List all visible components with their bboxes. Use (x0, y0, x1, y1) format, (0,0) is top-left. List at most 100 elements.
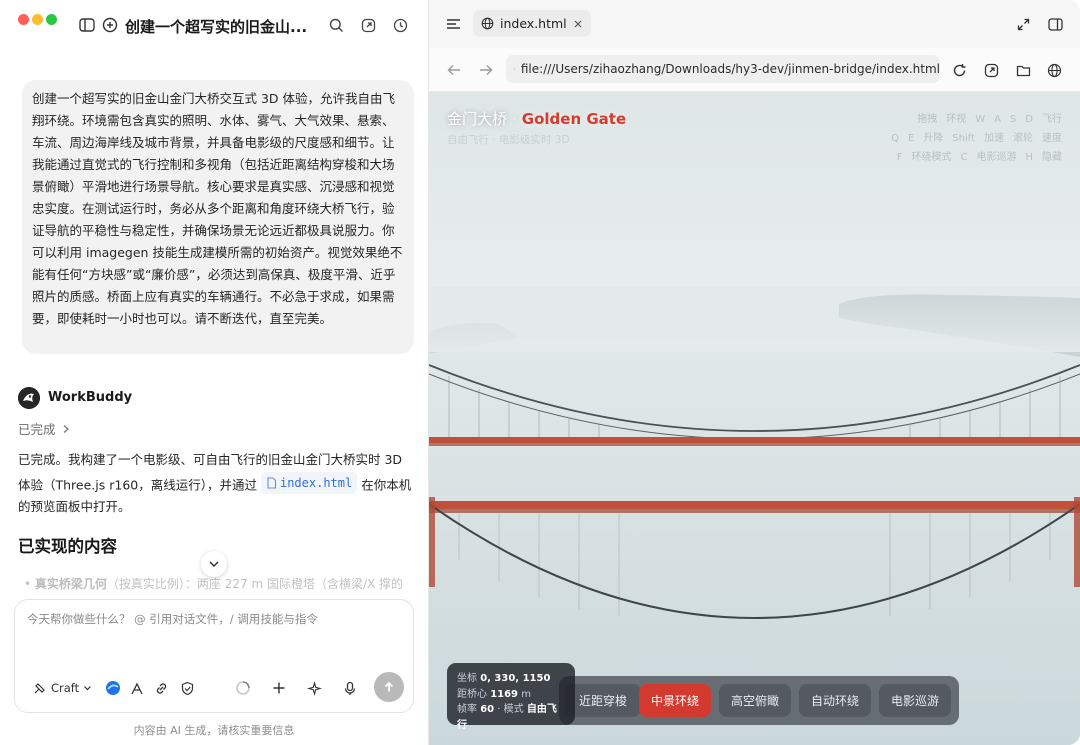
open-external-icon[interactable] (981, 60, 1001, 80)
stats-label: 帧率 (457, 704, 477, 715)
key-hint-row-3: F 环绕模式 C 电影巡游 H 隐藏 (852, 148, 1062, 167)
globe-icon (481, 17, 494, 30)
browser-globe-icon[interactable] (1044, 60, 1064, 80)
key-hint: S (1009, 114, 1017, 125)
minimize-window-button[interactable] (32, 14, 43, 25)
fog-layer (429, 282, 1080, 352)
mode-mid-orbit-button[interactable]: 中景环绕 (639, 684, 711, 717)
mode-auto-orbit-button[interactable]: 自动环绕 (799, 684, 871, 717)
bridge-scene[interactable] (429, 92, 1080, 745)
link-icon[interactable] (151, 678, 171, 698)
send-arrow-icon (384, 681, 394, 692)
app-window: 创建一个超写实的旧金山... 创建一个超写实的旧金山金门大桥交互式 3D 体验，… (0, 0, 1080, 745)
scene-viewport[interactable]: 金门大桥 · Golden Gate 自由飞行 · 电影级实时 3D 拖拽 环视 W A S… (429, 92, 1080, 745)
scene-title: 金门大桥 · Golden Gate (447, 108, 626, 129)
tower-right (1074, 497, 1080, 587)
task-status-label: 已完成 (18, 422, 56, 437)
key-hint: A (994, 114, 1001, 125)
scroll-down-button[interactable] (201, 551, 227, 577)
mode-aerial-button[interactable]: 高空俯瞰 (719, 684, 791, 717)
tools-icon[interactable] (127, 678, 147, 698)
key-hint: 拖拽 (917, 114, 938, 125)
maximize-window-button[interactable] (46, 14, 57, 25)
new-chat-icon[interactable] (100, 15, 120, 35)
share-icon[interactable] (358, 15, 378, 35)
ai-disclaimer: 内容由 AI 生成，请核实重要信息 (133, 724, 295, 737)
user-message: 创建一个超写实的旧金山金门大桥交互式 3D 体验，允许我自由飞翔环绕。环境需包含… (22, 80, 414, 354)
key-hint: 滚轮 (1013, 133, 1033, 144)
address-bar: file:///Users/zihaozhang/Downloads/hy3-d… (429, 48, 1080, 92)
key-hint: 升降 (923, 133, 944, 144)
preview-panel: index.html file:///Users/zihaozhang/Down… (429, 0, 1080, 745)
chat-title: 创建一个超写实的旧金山... (125, 18, 308, 36)
key-hint: 速度 (1042, 133, 1062, 144)
close-tab-icon[interactable] (573, 19, 583, 29)
message-composer[interactable]: 今天帮你做些什么？ @ 引用对话文件，/ 调用技能与指令 Craft (14, 599, 414, 713)
craft-icon (34, 683, 45, 694)
tab-index-html[interactable]: index.html (473, 10, 591, 37)
folder-icon[interactable] (1013, 60, 1033, 80)
model-icon[interactable] (103, 678, 123, 698)
stats-label: 坐标 (457, 673, 477, 684)
shield-check-icon[interactable] (177, 678, 197, 698)
section-heading: 已实现的内容 (18, 537, 117, 556)
key-hint: 环绕模式 (911, 152, 952, 163)
preview-tabbar: index.html (429, 0, 1080, 48)
forward-arrow-icon[interactable] (476, 60, 496, 80)
menu-icon[interactable] (443, 14, 463, 34)
assistant-answer: 已完成。我构建了一个电影级、可自由飞行的旧金山金门大桥实时 3D 体验（Thre… (18, 449, 418, 519)
key-hint: Shift (952, 133, 975, 144)
bridge-deck-upper (429, 437, 1080, 443)
send-button[interactable] (374, 672, 404, 702)
key-hint-row-1: 拖拽 环视 W A S D 飞行 (852, 110, 1062, 129)
reload-icon[interactable] (949, 60, 969, 80)
key-hint: 加速 (984, 133, 1004, 144)
key-hints: 拖拽 环视 W A S D 飞行 Q E 升降 Shift 加速 滚轮 速度 F 环绕模式 C 电影巡游 H 隐藏 (852, 110, 1062, 167)
scene-title-cn: 金门大桥 (447, 110, 508, 128)
stats-value: 0, 330, 1150 (480, 673, 551, 684)
assistant-avatar (18, 387, 40, 409)
task-status[interactable]: 已完成 (18, 419, 70, 438)
mode-close-pass-button[interactable]: 近距穿梭 (565, 684, 641, 717)
stats-value: 60 (480, 704, 495, 715)
sidebar-toggle-icon[interactable] (77, 15, 97, 35)
sparkle-icon[interactable] (304, 678, 324, 698)
craft-mode-select[interactable]: Craft (33, 681, 92, 695)
scene-subtitle: 自由飞行 · 电影级实时 3D (447, 134, 570, 146)
stats-unit: m (521, 688, 531, 700)
add-icon[interactable] (269, 678, 289, 698)
scene-title-separator: · (512, 110, 517, 128)
history-icon[interactable] (390, 15, 410, 35)
composer-input[interactable]: 今天帮你做些什么？ @ 引用对话文件，/ 调用技能与指令 (27, 611, 318, 627)
key-hint: D (1025, 114, 1033, 125)
search-icon[interactable] (326, 15, 346, 35)
url-text: file:///Users/zihaozhang/Downloads/hy3-d… (520, 62, 940, 76)
key-hint: C (960, 152, 968, 163)
key-hint: 电影巡游 (976, 152, 1017, 163)
microphone-icon[interactable] (340, 678, 360, 698)
loading-spinner-icon (233, 678, 253, 698)
key-hint: H (1025, 152, 1033, 163)
close-window-button[interactable] (18, 14, 29, 25)
list-item-bold: 真实桥梁几何 (34, 577, 107, 591)
key-hint: 环视 (946, 114, 967, 125)
key-hint: 飞行 (1042, 114, 1062, 125)
key-hint-row-2: Q E 升降 Shift 加速 滚轮 速度 (852, 129, 1062, 148)
list-item: • 真实桥梁几何（按真实比例）：两座 227 m 国际橙塔（含横梁/X 撑的 (24, 577, 404, 591)
stats-label: 模式 (503, 704, 524, 715)
stats-panel: 坐标 0, 330, 1150 距桥心 1169 m 帧率 60 · 模式 自由… (447, 663, 575, 731)
file-icon (267, 477, 277, 489)
tab-label: index.html (500, 16, 567, 31)
panel-layout-icon[interactable] (1045, 14, 1065, 34)
key-hint: F (896, 152, 903, 163)
expand-icon[interactable] (1013, 14, 1033, 34)
craft-label: Craft (51, 681, 80, 695)
mode-cinematic-button[interactable]: 电影巡游 (879, 684, 951, 717)
back-arrow-icon[interactable] (444, 60, 464, 80)
tower-left (429, 497, 435, 587)
view-mode-bar: 近距穿梭 中景环绕 高空俯瞰 自动环绕 电影巡游 (559, 676, 959, 725)
url-field[interactable]: file:///Users/zihaozhang/Downloads/hy3-d… (506, 55, 940, 83)
key-hint: Q (891, 133, 899, 144)
file-link[interactable]: index.html (260, 471, 358, 494)
stats-coords: 坐标 0, 330, 1150 (457, 671, 565, 687)
